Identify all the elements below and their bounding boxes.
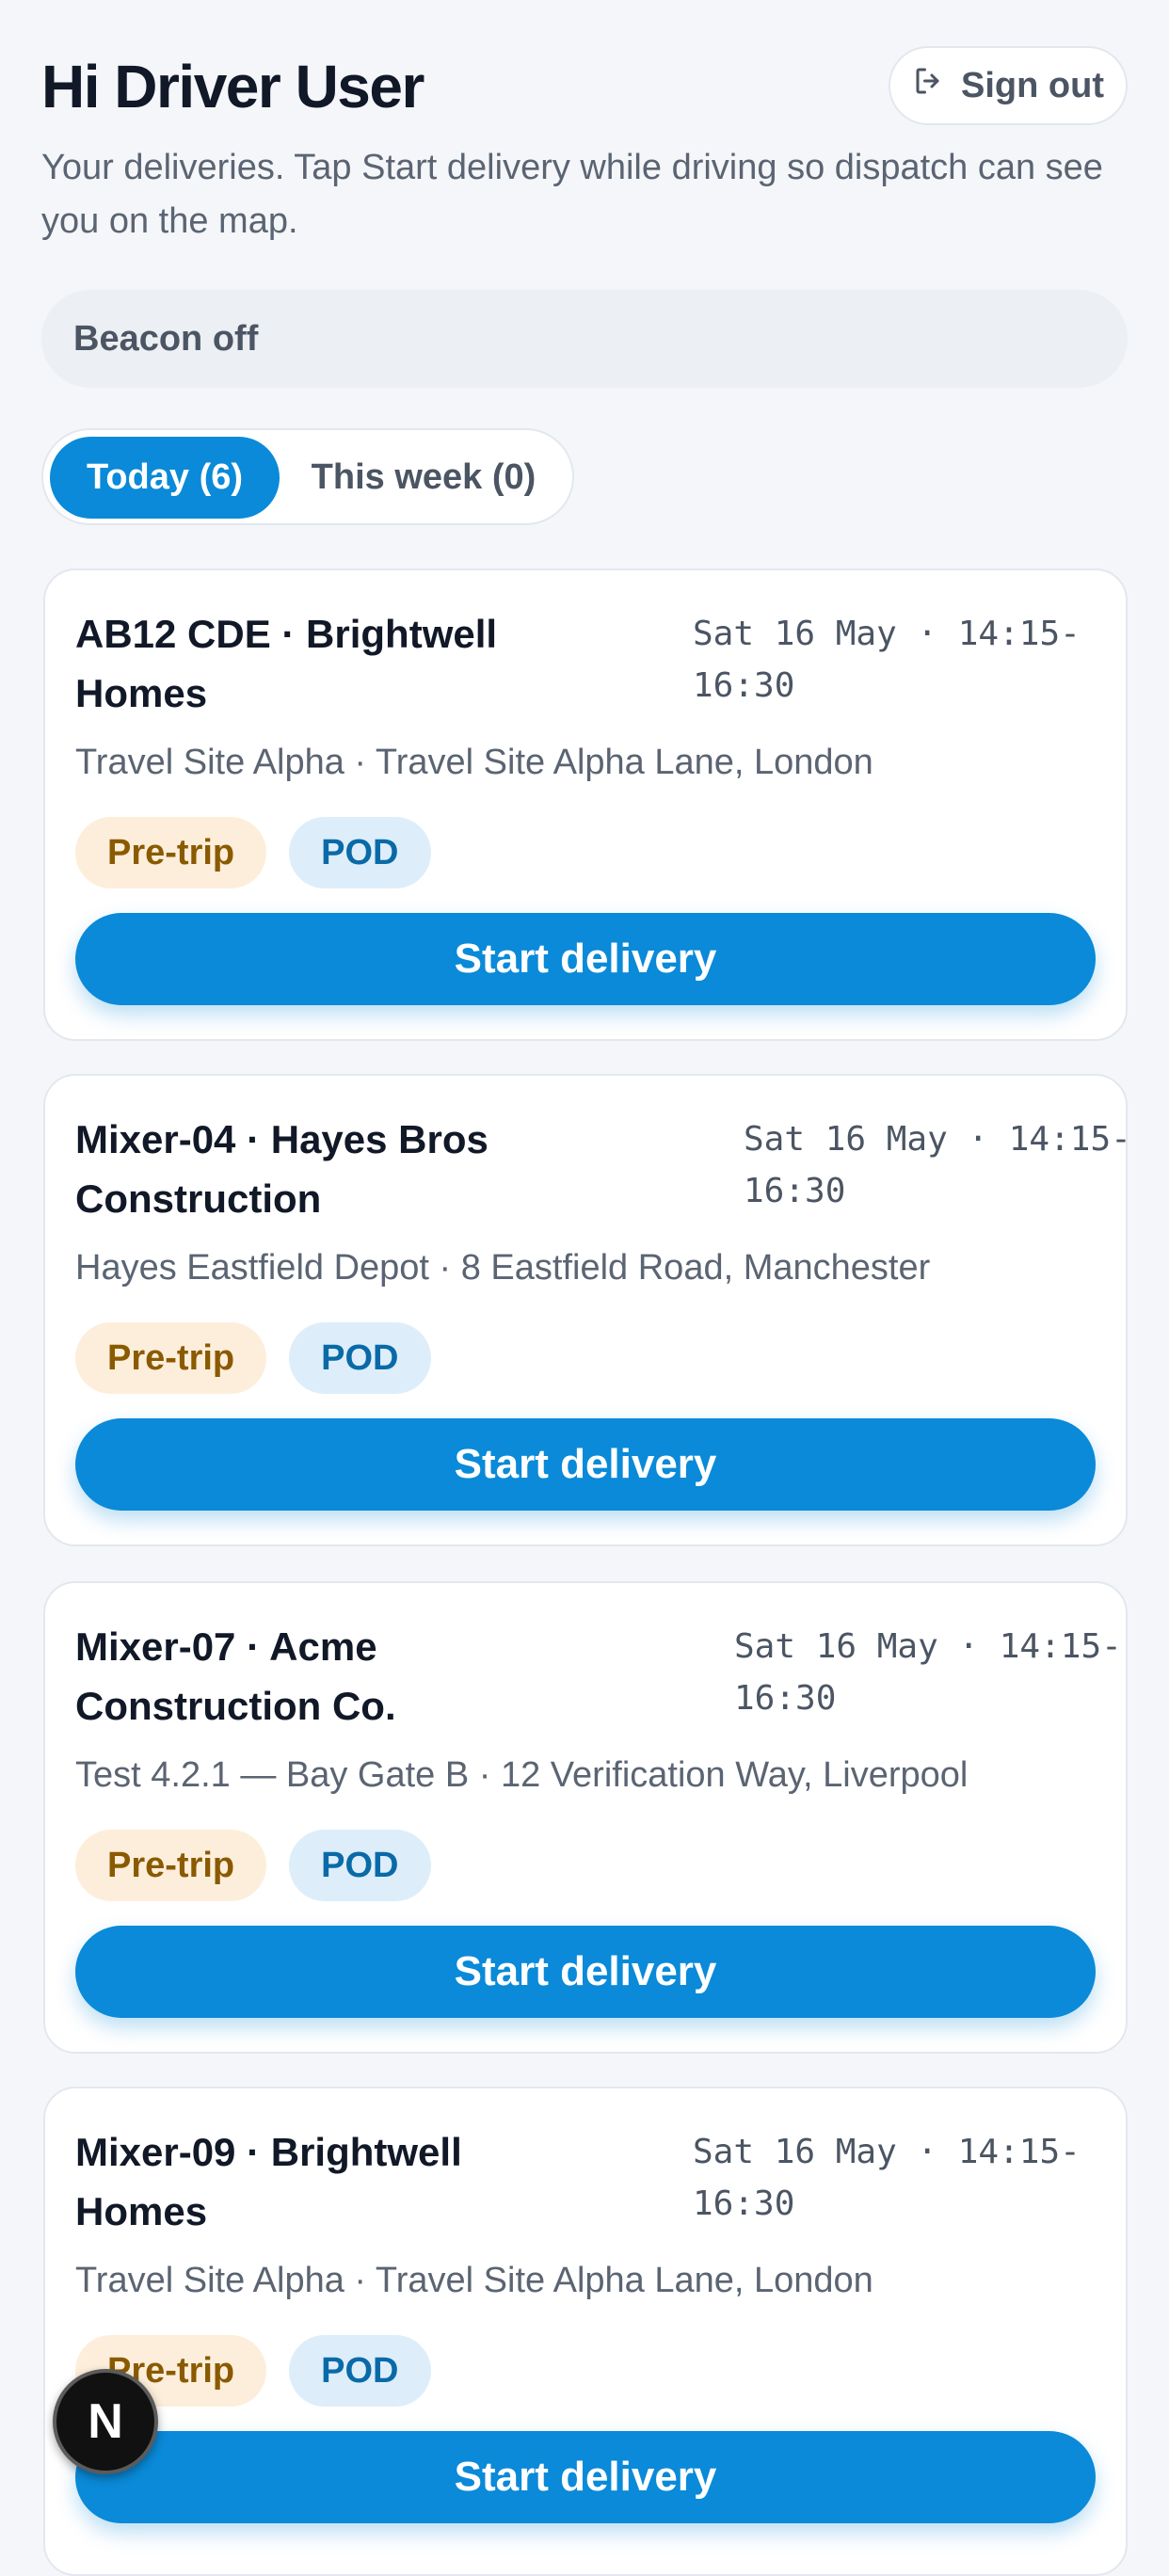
pod-badge[interactable]: POD <box>289 2335 431 2407</box>
sign-out-button[interactable]: Sign out <box>889 46 1128 125</box>
tab-this-week[interactable]: This week (0) <box>287 437 560 519</box>
page-subtitle: Your deliveries. Tap Start delivery whil… <box>41 148 1103 241</box>
beacon-status-bar: Beacon off <box>41 290 1128 388</box>
framework-badge-button[interactable]: N <box>53 2369 158 2474</box>
beacon-status-text: Beacon off <box>73 318 259 359</box>
delivery-address: Travel Site Alpha · Travel Site Alpha La… <box>75 743 873 782</box>
pod-badge[interactable]: POD <box>289 1322 431 1394</box>
delivery-address: Travel Site Alpha · Travel Site Alpha La… <box>75 2261 873 2300</box>
delivery-badges: Pre-trip POD <box>75 1830 431 1901</box>
n-logo-icon: N <box>88 2394 123 2449</box>
delivery-card[interactable]: Mixer-07 · Acme Construction Co. Sat 16 … <box>43 1581 1128 2054</box>
pretrip-badge[interactable]: Pre-trip <box>75 817 267 888</box>
delivery-time: Sat 16 May · 14:15-16:30 <box>734 1627 1122 1718</box>
sign-out-icon <box>912 64 946 107</box>
delivery-time: Sat 16 May · 14:15-16:30 <box>744 1120 1128 1210</box>
delivery-title: Mixer-09 · Brightwell Homes <box>75 2130 462 2233</box>
delivery-card[interactable]: AB12 CDE · Brightwell Homes Sat 16 May ·… <box>43 568 1128 1041</box>
delivery-address: Hayes Eastfield Depot · 8 Eastfield Road… <box>75 1248 931 1288</box>
pretrip-badge[interactable]: Pre-trip <box>75 1830 267 1901</box>
pod-badge[interactable]: POD <box>289 817 431 888</box>
delivery-badges: Pre-trip POD <box>75 817 431 888</box>
delivery-card[interactable]: Mixer-09 · Brightwell Homes Sat 16 May ·… <box>43 2087 1128 2576</box>
start-delivery-button[interactable]: Start delivery <box>75 913 1096 1005</box>
date-filter-tabs: Today (6) This week (0) <box>41 428 574 525</box>
delivery-title: Mixer-04 · Hayes Bros Construction <box>75 1117 488 1221</box>
start-delivery-button[interactable]: Start delivery <box>75 1418 1096 1511</box>
delivery-address: Test 4.2.1 — Bay Gate B · 12 Verificatio… <box>75 1755 969 1795</box>
page-title: Hi Driver User <box>41 53 424 120</box>
start-delivery-button[interactable]: Start delivery <box>75 2431 1096 2523</box>
driver-deliveries-screen: Hi Driver User Sign out Your deliveries.… <box>0 0 1169 2576</box>
pod-badge[interactable]: POD <box>289 1830 431 1901</box>
delivery-title: AB12 CDE · Brightwell Homes <box>75 612 498 715</box>
delivery-badges: Pre-trip POD <box>75 1322 431 1394</box>
delivery-time: Sat 16 May · 14:15-16:30 <box>693 615 1081 705</box>
tab-today[interactable]: Today (6) <box>50 437 280 519</box>
delivery-time: Sat 16 May · 14:15-16:30 <box>693 2133 1081 2223</box>
start-delivery-button[interactable]: Start delivery <box>75 1926 1096 2018</box>
delivery-card[interactable]: Mixer-04 · Hayes Bros Construction Sat 1… <box>43 1074 1128 1546</box>
delivery-title: Mixer-07 · Acme Construction Co. <box>75 1624 396 1728</box>
sign-out-label: Sign out <box>961 65 1104 105</box>
pretrip-badge[interactable]: Pre-trip <box>75 1322 267 1394</box>
